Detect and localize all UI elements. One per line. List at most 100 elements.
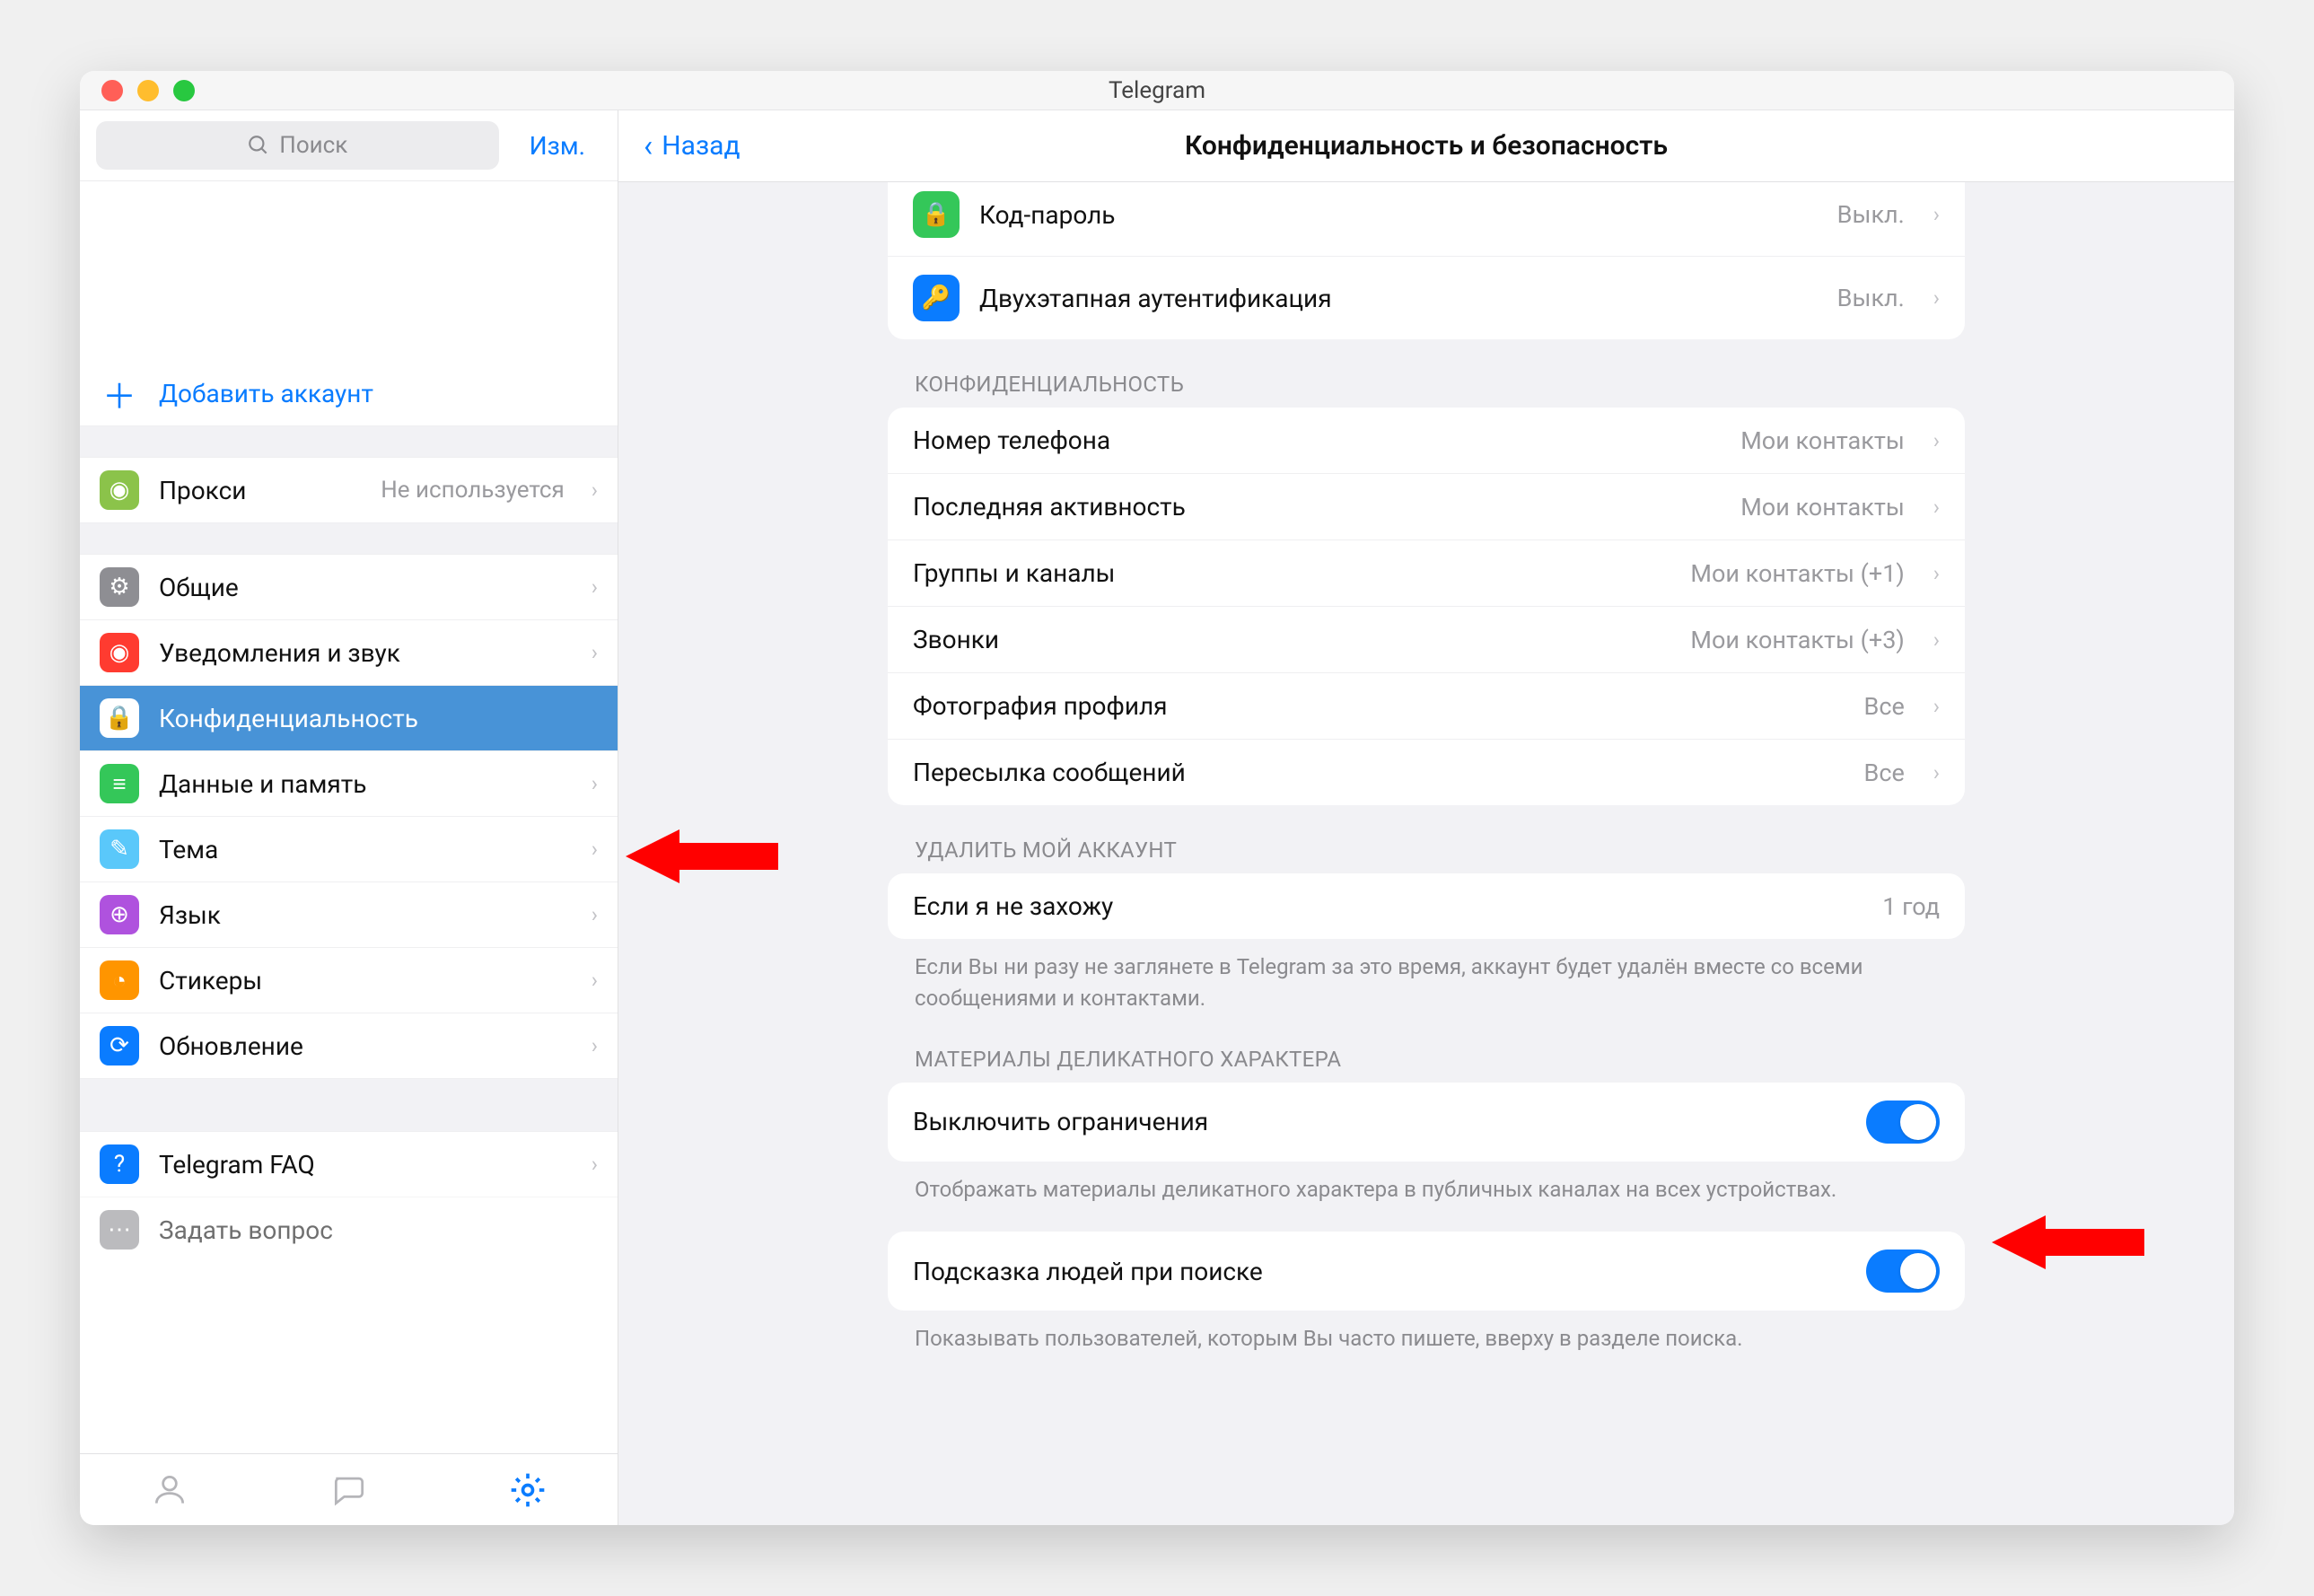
add-account-button[interactable]: ＋ Добавить аккаунт: [80, 361, 618, 425]
item-delete-if-away[interactable]: Если я не захожу 1 год: [888, 873, 1965, 939]
tab-contacts[interactable]: [80, 1454, 259, 1525]
tab-settings[interactable]: [438, 1454, 618, 1525]
sidebar-item-language[interactable]: ⊕ Язык ›: [80, 881, 618, 947]
chevron-right-icon: ›: [592, 1152, 598, 1177]
minimize-window-button[interactable]: [137, 80, 159, 101]
page-title: Конфиденциальность и безопасность: [618, 130, 2234, 162]
item-label: Пересылка сообщений: [913, 758, 1845, 787]
chats-icon: [329, 1470, 369, 1510]
bell-icon: ◉: [100, 633, 139, 672]
item-calls[interactable]: Звонки Мои контакты (+3) ›: [888, 606, 1965, 672]
item-value: Все: [1864, 759, 1905, 787]
sidebar-item-notifications[interactable]: ◉ Уведомления и звук ›: [80, 619, 618, 685]
item-label: Подсказка людей при поиске: [913, 1257, 1846, 1286]
group-security: 🔒 Код-пароль Выкл. › 🔑 Двухэтапная аутен…: [888, 182, 1965, 339]
tabbar: [80, 1453, 618, 1525]
item-value: 1 год: [1882, 892, 1940, 921]
card-delete: Если я не захожу 1 год: [888, 873, 1965, 939]
database-icon: ≡: [100, 764, 139, 803]
item-disable-restrictions[interactable]: Выключить ограничения: [888, 1083, 1965, 1162]
chevron-right-icon: ›: [592, 968, 598, 993]
toggle-disable-restrictions[interactable]: [1866, 1101, 1940, 1144]
back-button[interactable]: ‹ Назад: [618, 128, 741, 164]
toggle-suggest-people[interactable]: [1866, 1250, 1940, 1293]
close-window-button[interactable]: [101, 80, 123, 101]
main-scroll[interactable]: 🔒 Код-пароль Выкл. › 🔑 Двухэтапная аутен…: [618, 182, 2234, 1525]
item-passcode[interactable]: 🔒 Код-пароль Выкл. ›: [888, 182, 1965, 256]
chevron-right-icon: ›: [1924, 495, 1940, 520]
sidebar-separator: [80, 1078, 618, 1132]
lock-icon: 🔒: [913, 191, 960, 238]
lock-icon: 🔒: [100, 698, 139, 738]
edit-button[interactable]: Изм.: [513, 131, 601, 161]
chevron-right-icon: ›: [1924, 202, 1940, 227]
item-profile-photo[interactable]: Фотография профиля Все ›: [888, 672, 1965, 739]
chevron-right-icon: ›: [1924, 760, 1940, 785]
sidebar-item-label: Данные и память: [159, 769, 572, 799]
sidebar-item-ask[interactable]: ⋯ Задать вопрос: [80, 1197, 618, 1262]
item-forward[interactable]: Пересылка сообщений Все ›: [888, 739, 1965, 805]
chevron-right-icon: ›: [1924, 561, 1940, 586]
proxy-label: Прокси: [159, 476, 361, 505]
search-icon: [247, 134, 270, 157]
sidebar-item-stickers[interactable]: ◔ Стикеры ›: [80, 947, 618, 1013]
passcode-label: Код-пароль: [979, 200, 1818, 230]
chevron-right-icon: ›: [1924, 627, 1940, 653]
plus-icon: ＋: [100, 373, 139, 413]
search-placeholder: Поиск: [279, 132, 347, 159]
question-icon: ?: [100, 1144, 139, 1184]
contacts-icon: [150, 1470, 189, 1510]
traffic-lights: [80, 80, 195, 101]
item-two-step[interactable]: 🔑 Двухэтапная аутентификация Выкл. ›: [888, 256, 1965, 339]
item-suggest-people[interactable]: Подсказка людей при поиске: [888, 1232, 1965, 1311]
sidebar-item-label: Задать вопрос: [159, 1215, 598, 1245]
shield-icon: ◉: [100, 470, 139, 510]
globe-icon: ⊕: [100, 895, 139, 934]
two-step-label: Двухэтапная аутентификация: [979, 284, 1818, 313]
item-phone[interactable]: Номер телефона Мои контакты ›: [888, 408, 1965, 473]
chevron-right-icon: ›: [592, 640, 598, 665]
chat-icon: ⋯: [100, 1210, 139, 1250]
sidebar-item-privacy[interactable]: 🔒 Конфиденциальность: [80, 685, 618, 750]
item-label: Фотография профиля: [913, 691, 1845, 721]
add-account-label: Добавить аккаунт: [159, 379, 598, 408]
brush-icon: ✎: [100, 829, 139, 869]
fullscreen-window-button[interactable]: [173, 80, 195, 101]
chevron-right-icon: ›: [592, 574, 598, 600]
settings-icon: [508, 1470, 548, 1510]
chevron-left-icon: ‹: [644, 128, 653, 164]
item-label: Номер телефона: [913, 425, 1721, 455]
chevron-right-icon: ›: [592, 771, 598, 796]
titlebar: Telegram: [80, 71, 2234, 110]
sidebar-item-update[interactable]: ⟳ Обновление ›: [80, 1013, 618, 1078]
sidebar-item-data[interactable]: ≡ Данные и память ›: [80, 750, 618, 816]
sidebar-item-faq[interactable]: ? Telegram FAQ ›: [80, 1132, 618, 1197]
group-suggest: Подсказка людей при поиске Показывать по…: [888, 1232, 1965, 1355]
search-input[interactable]: Поиск: [96, 121, 499, 170]
card-privacy: Номер телефона Мои контакты › Последняя …: [888, 408, 1965, 805]
group-footer-suggest: Показывать пользователей, которым Вы час…: [888, 1311, 1965, 1355]
item-label: Если я не захожу: [913, 891, 1863, 921]
tab-chats[interactable]: [259, 1454, 439, 1525]
sidebar-top: Поиск Изм.: [80, 110, 618, 181]
group-header-privacy: КОНФИДЕНЦИАЛЬНОСТЬ: [888, 339, 1965, 408]
sticker-icon: ◔: [100, 960, 139, 1000]
sidebar-item-label: Уведомления и звук: [159, 638, 572, 668]
app-body: Поиск Изм. ＋ Добавить аккаунт ◉ Прокси Н…: [80, 110, 2234, 1525]
sidebar: Поиск Изм. ＋ Добавить аккаунт ◉ Прокси Н…: [80, 110, 618, 1525]
sidebar-scroll[interactable]: ＋ Добавить аккаунт ◉ Прокси Не используе…: [80, 181, 618, 1453]
sidebar-separator: [80, 425, 618, 458]
item-last-seen[interactable]: Последняя активность Мои контакты ›: [888, 473, 1965, 539]
item-label: Последняя активность: [913, 492, 1721, 522]
sidebar-item-general[interactable]: ⚙ Общие ›: [80, 555, 618, 619]
sidebar-item-proxy[interactable]: ◉ Прокси Не используется ›: [80, 458, 618, 522]
sidebar-item-theme[interactable]: ✎ Тема ›: [80, 816, 618, 881]
refresh-icon: ⟳: [100, 1026, 139, 1065]
chevron-right-icon: ›: [592, 1033, 598, 1058]
item-groups[interactable]: Группы и каналы Мои контакты (+1) ›: [888, 539, 1965, 606]
sidebar-separator: [80, 522, 618, 555]
item-label: Группы и каналы: [913, 558, 1670, 588]
group-header-sensitive: МАТЕРИАЛЫ ДЕЛИКАТНОГО ХАРАКТЕРА: [888, 1014, 1965, 1083]
group-delete-account: УДАЛИТЬ МОЙ АККАУНТ Если я не захожу 1 г…: [888, 805, 1965, 1014]
group-footer-sensitive: Отображать материалы деликатного характе…: [888, 1162, 1965, 1206]
